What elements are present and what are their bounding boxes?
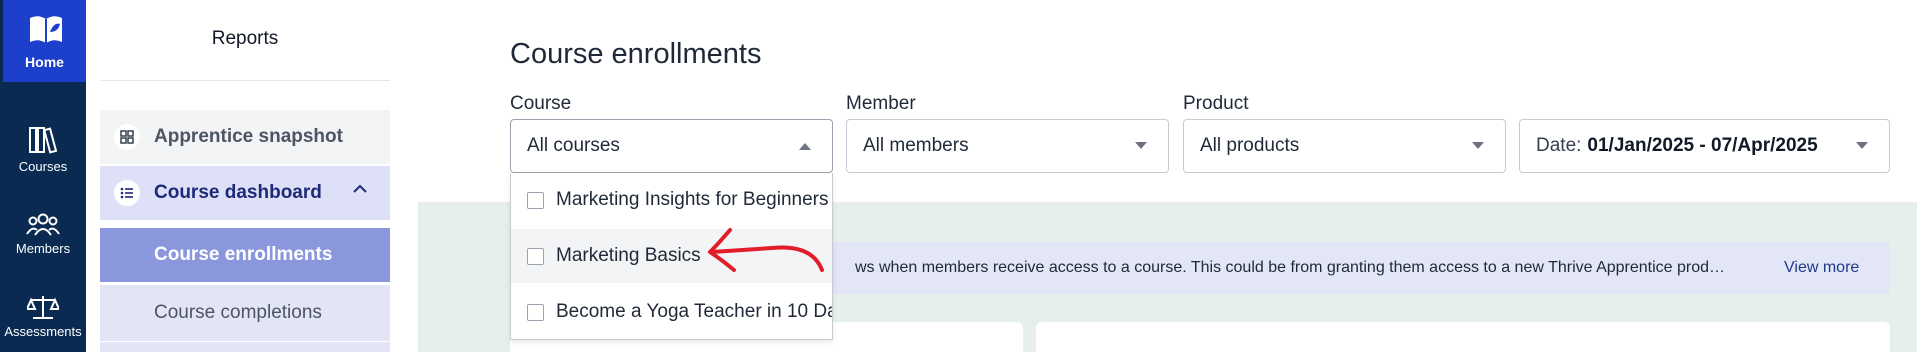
member-select-value: All members xyxy=(863,135,969,156)
course-option-label: Marketing Basics xyxy=(556,245,701,266)
books-icon xyxy=(29,127,58,154)
product-select[interactable]: All products xyxy=(1183,119,1506,173)
app-rail: Home Courses Members Assessments xyxy=(0,0,86,352)
member-filter-label: Member xyxy=(846,93,916,114)
scale-icon xyxy=(27,296,59,319)
chevron-up-icon[interactable] xyxy=(352,184,368,194)
rail-courses-button[interactable]: Courses xyxy=(0,125,86,174)
rail-home-button[interactable]: Home xyxy=(3,0,86,82)
list-icon xyxy=(114,180,140,206)
product-select-value: All products xyxy=(1200,135,1300,156)
course-option[interactable]: Become a Yoga Teacher in 10 Da xyxy=(511,285,833,339)
course-filter-label: Course xyxy=(510,93,572,114)
caret-down-icon xyxy=(1856,142,1868,149)
sidebar-item-next[interactable] xyxy=(100,342,390,352)
checkbox[interactable] xyxy=(527,303,544,321)
page-title: Course enrollments xyxy=(510,38,762,70)
member-select[interactable]: All members xyxy=(846,119,1169,173)
sidebar-item-label: Course completions xyxy=(154,302,322,323)
checkbox[interactable] xyxy=(527,247,544,265)
sidebar-item-course-completions[interactable]: Course completions xyxy=(100,285,390,341)
date-range-prefix: Date: xyxy=(1536,135,1582,156)
date-range-value: 01/Jan/2025 - 07/Apr/2025 xyxy=(1587,135,1818,156)
view-more-link[interactable]: View more xyxy=(1784,259,1859,277)
people-icon xyxy=(26,213,60,236)
rail-courses-label: Courses xyxy=(18,159,68,174)
reports-sidebar: Reports Apprentice snapshot Course dashb… xyxy=(86,0,406,352)
rail-members-button[interactable]: Members xyxy=(0,211,86,256)
annotation-arrow-icon xyxy=(708,228,824,272)
caret-down-icon xyxy=(1472,142,1484,149)
rail-assessments-button[interactable]: Assessments xyxy=(0,294,86,339)
grid-icon xyxy=(114,124,140,150)
course-option-label: Marketing Insights for Beginners xyxy=(556,189,829,210)
caret-down-icon xyxy=(1135,142,1147,149)
sidebar-item-label: Apprentice snapshot xyxy=(154,126,343,147)
book-icon xyxy=(30,16,62,43)
rail-home-label: Home xyxy=(25,54,64,70)
sidebar-item-label: Course dashboard xyxy=(154,182,322,203)
course-select-value: All courses xyxy=(527,135,620,156)
caret-up-icon xyxy=(799,143,811,150)
checkbox[interactable] xyxy=(527,191,544,209)
rail-assessments-label: Assessments xyxy=(4,324,82,339)
course-option-label: Become a Yoga Teacher in 10 Da xyxy=(556,301,833,322)
sidebar-item-label: Course enrollments xyxy=(154,244,333,265)
sidebar-item-apprentice-snapshot[interactable]: Apprentice snapshot xyxy=(100,110,390,164)
rail-members-label: Members xyxy=(15,241,71,256)
report-card xyxy=(1036,322,1890,362)
info-banner-text: ws when members receive access to a cour… xyxy=(855,259,1726,276)
sidebar-divider xyxy=(100,80,390,81)
sidebar-title: Reports xyxy=(211,28,279,49)
course-select[interactable]: All courses xyxy=(510,119,833,173)
product-filter-label: Product xyxy=(1183,93,1249,114)
sidebar-item-course-dashboard[interactable]: Course dashboard xyxy=(100,166,390,220)
date-range-select[interactable]: Date: 01/Jan/2025 - 07/Apr/2025 xyxy=(1519,119,1890,173)
sidebar-item-course-enrollments[interactable]: Course enrollments xyxy=(100,228,390,282)
